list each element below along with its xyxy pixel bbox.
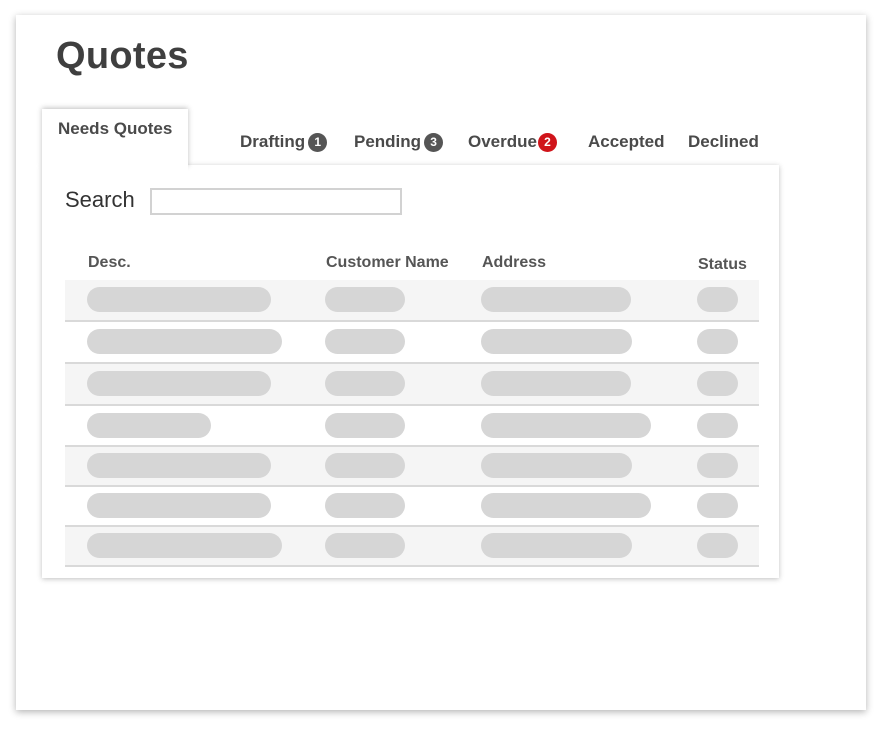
customer-name-placeholder xyxy=(325,533,405,558)
customer-name-placeholder xyxy=(325,329,405,354)
desc-placeholder xyxy=(87,329,282,354)
tab-pending-label: Pending xyxy=(354,132,422,151)
table-row[interactable] xyxy=(65,364,759,406)
active-tab-joiner xyxy=(42,160,188,174)
tab-overdue-label: Overdue xyxy=(468,132,537,151)
tab-pending[interactable]: Pending 3 xyxy=(354,128,444,156)
status-placeholder xyxy=(697,533,738,558)
tab-accepted[interactable]: Accepted xyxy=(588,128,665,156)
table-row[interactable] xyxy=(65,527,759,567)
status-placeholder xyxy=(697,493,738,518)
tab-drafting-label: Drafting xyxy=(240,132,306,151)
status-placeholder xyxy=(697,371,738,396)
address-placeholder xyxy=(481,453,632,478)
tab-declined[interactable]: Declined xyxy=(688,128,759,156)
desc-placeholder xyxy=(87,493,271,518)
table-row[interactable] xyxy=(65,447,759,487)
pending-count-badge: 3 xyxy=(424,132,444,152)
desc-placeholder xyxy=(87,287,271,312)
address-placeholder xyxy=(481,533,632,558)
desc-placeholder xyxy=(87,533,282,558)
table-row[interactable] xyxy=(65,322,759,364)
table-row[interactable] xyxy=(65,487,759,527)
customer-name-placeholder xyxy=(325,287,405,312)
desc-placeholder xyxy=(87,453,271,478)
search-input[interactable] xyxy=(150,188,402,215)
desc-placeholder xyxy=(87,413,211,438)
tab-needs-quotes-label: Needs Quotes xyxy=(58,119,173,138)
status-placeholder xyxy=(697,413,738,438)
column-header-desc[interactable]: Desc. xyxy=(88,254,131,272)
address-placeholder xyxy=(481,413,651,438)
tab-needs-quotes[interactable]: Needs Quotes xyxy=(42,109,188,167)
desc-placeholder xyxy=(87,371,271,396)
address-placeholder xyxy=(481,287,631,312)
customer-name-placeholder xyxy=(325,371,405,396)
customer-name-placeholder xyxy=(325,413,405,438)
table-row[interactable] xyxy=(65,280,759,322)
column-header-customer-name[interactable]: Customer Name xyxy=(326,254,449,272)
column-header-status[interactable]: Status xyxy=(698,256,747,274)
overdue-count-badge: 2 xyxy=(537,132,557,152)
address-placeholder xyxy=(481,493,651,518)
search-label: Search xyxy=(65,187,135,212)
tab-declined-label: Declined xyxy=(688,132,759,151)
column-header-address[interactable]: Address xyxy=(482,254,546,272)
address-placeholder xyxy=(481,371,631,396)
tab-overdue[interactable]: Overdue 2 xyxy=(468,128,557,156)
status-placeholder xyxy=(697,453,738,478)
customer-name-placeholder xyxy=(325,453,405,478)
address-placeholder xyxy=(481,329,632,354)
tab-accepted-label: Accepted xyxy=(588,132,665,151)
drafting-count-badge: 1 xyxy=(308,132,328,152)
status-placeholder xyxy=(697,287,738,312)
page-title: Quotes xyxy=(56,35,189,77)
table-row[interactable] xyxy=(65,406,759,447)
customer-name-placeholder xyxy=(325,493,405,518)
status-placeholder xyxy=(697,329,738,354)
tab-drafting[interactable]: Drafting 1 xyxy=(240,128,328,156)
